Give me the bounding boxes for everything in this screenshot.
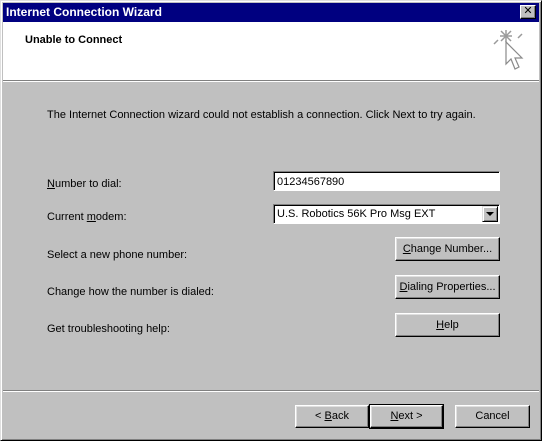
- number-to-dial-label: Number to dial:: [47, 178, 122, 190]
- window-title: Internet Connection Wizard: [6, 5, 162, 19]
- current-modem-label: Current modem:: [47, 211, 127, 223]
- close-icon: ✕: [523, 5, 533, 17]
- dialing-label: Change how the number is dialed:: [47, 286, 214, 298]
- modem-select-value: U.S. Robotics 56K Pro Msg EXT: [277, 208, 436, 220]
- page-title: Unable to Connect: [25, 34, 123, 46]
- change-number-button[interactable]: Change Number...: [395, 237, 500, 261]
- title-bar[interactable]: Internet Connection Wizard ✕: [3, 3, 539, 22]
- header-separator: [3, 80, 539, 82]
- wizard-sparkle-cursor-icon: [493, 30, 524, 70]
- error-message: The Internet Connection wizard could not…: [47, 109, 476, 121]
- number-to-dial-input[interactable]: [273, 171, 500, 191]
- dialing-properties-button[interactable]: Dialing Properties...: [395, 275, 500, 299]
- chevron-down-icon[interactable]: [482, 206, 498, 222]
- wizard-header: Unable to Connect: [3, 22, 539, 80]
- troubleshooting-label: Get troubleshooting help:: [47, 323, 170, 335]
- cancel-button[interactable]: Cancel: [455, 405, 530, 428]
- footer-separator: [3, 390, 539, 392]
- wizard-window: Internet Connection Wizard ✕ Unable to C…: [0, 0, 542, 441]
- help-button[interactable]: Help: [395, 313, 500, 337]
- next-button[interactable]: Next >: [369, 404, 444, 429]
- back-button[interactable]: < Back: [295, 405, 369, 428]
- modem-select[interactable]: U.S. Robotics 56K Pro Msg EXT: [273, 204, 500, 224]
- new-number-label: Select a new phone number:: [47, 249, 188, 261]
- close-button[interactable]: ✕: [520, 5, 536, 19]
